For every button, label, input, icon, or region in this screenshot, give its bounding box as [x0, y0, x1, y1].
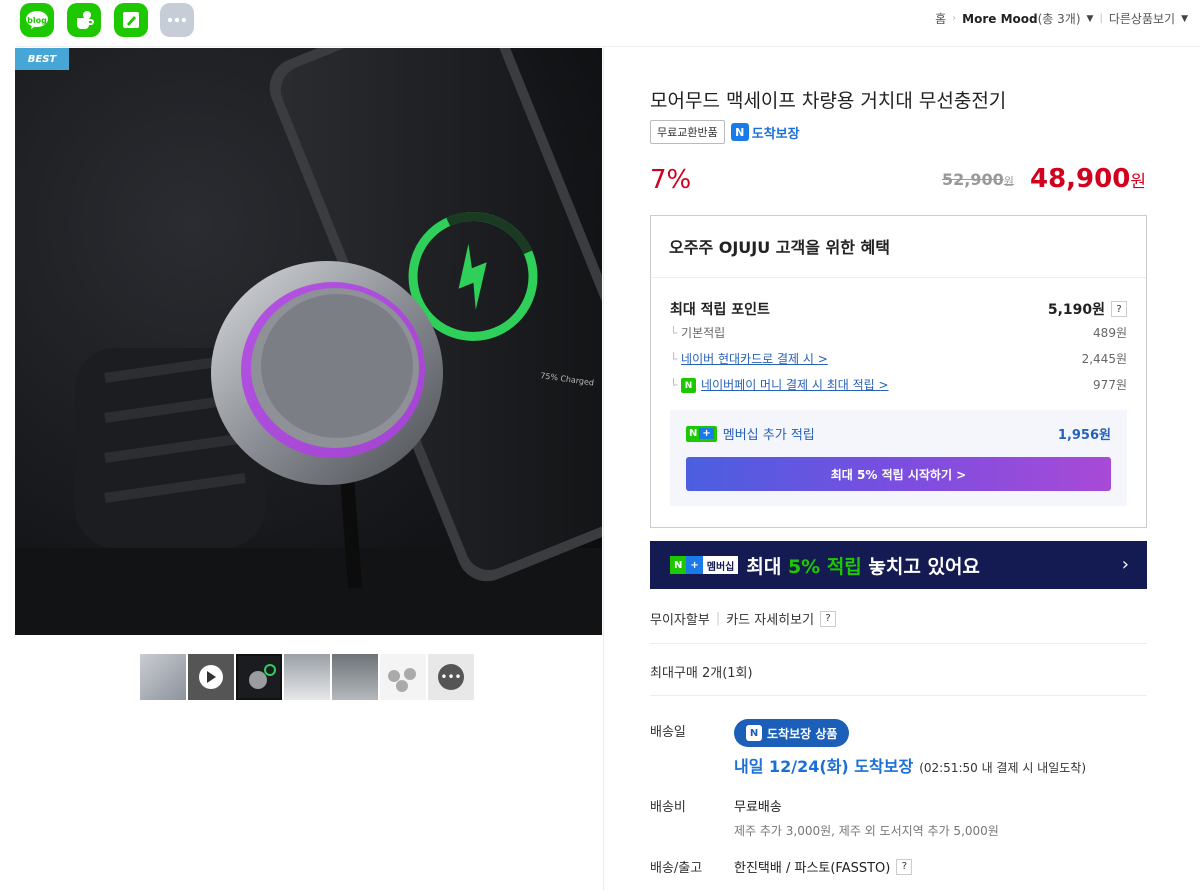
- membership-box: N + 멤버십 추가 적립 1,956원 최대 5% 적립 시작하기 >: [670, 410, 1127, 506]
- arrival-deadline: (02:51:50 내 결제 시 내일도착): [919, 761, 1087, 775]
- help-icon[interactable]: ?: [820, 610, 837, 627]
- pay-points-value: 977원: [1093, 378, 1127, 392]
- naver-n-icon: N: [730, 123, 749, 141]
- banner-text-suffix: 놓치고 있어요: [861, 555, 980, 578]
- pay-points-link[interactable]: 네이버페이 머니 결제 시 최대 적립 >: [701, 378, 889, 392]
- arrival-guarantee-label: 도착보장: [751, 126, 800, 142]
- thumbnail-selected[interactable]: [236, 654, 282, 700]
- basic-points-row: 기본적립 489원: [670, 324, 1127, 341]
- banner-text-prefix: 최대: [746, 555, 788, 578]
- shipping-fee-label: 배송비: [650, 800, 686, 815]
- card-details-link[interactable]: 카드 자세히보기: [726, 609, 814, 628]
- installment-label: 무이자할부: [650, 613, 710, 628]
- membership-value: 1,956원: [1057, 428, 1111, 443]
- benefit-box: 오주주 OJUJU 고객을 위한 혜택 최대 적립 포인트 5,190원? 기본…: [650, 215, 1147, 528]
- shipping-fee-value: 무료배송: [734, 800, 782, 815]
- sale-price: 48,900원: [1030, 164, 1146, 194]
- max-purchase: 최대구매 2개(1회): [650, 666, 753, 681]
- arrival-guarantee-badge[interactable]: N 도착보장 상품: [734, 719, 850, 747]
- banner-n-badge: N: [670, 556, 687, 574]
- chevron-down-icon[interactable]: ▼: [1181, 14, 1188, 24]
- top-divider: [15, 46, 1200, 47]
- breadcrumb-store-name: More Mood: [962, 12, 1038, 26]
- carrier-row: 한진택배 / 파스토(FASSTO) ?: [734, 857, 913, 876]
- membership-start-button[interactable]: 최대 5% 적립 시작하기 >: [686, 457, 1111, 491]
- pay-points-row: N 네이버페이 머니 결제 시 최대 적립 > 977원: [670, 376, 1127, 393]
- play-icon: [199, 665, 223, 689]
- thumbnail-strip: •••: [140, 654, 474, 700]
- naver-plus-icon: N +: [686, 425, 717, 442]
- installment-separator: |: [715, 611, 721, 626]
- shipping-fee-note: 제주 추가 3,000원, 제주 외 도서지역 추가 5,000원: [734, 824, 999, 838]
- product-title: 모어무드 맥세이프 차량용 거치대 무선충전기: [650, 90, 1007, 112]
- breadcrumb-home[interactable]: 홈: [935, 10, 946, 27]
- thumbnail[interactable]: [140, 654, 186, 700]
- card-points-link[interactable]: 네이버 현대카드로 결제 시 >: [681, 352, 828, 366]
- more-icon: •••: [438, 664, 464, 690]
- sale-price-value: 48,900: [1030, 164, 1131, 194]
- max-points-row: 최대 적립 포인트 5,190원?: [670, 299, 1127, 319]
- naver-plus-membership-icon: N + 멤버십: [670, 556, 739, 574]
- banner-text-highlight: 5% 적립: [787, 555, 862, 578]
- blog-share-label: blog: [27, 15, 47, 25]
- banner-plus-badge: +: [686, 556, 703, 574]
- banner-member-badge: 멤버십: [702, 556, 739, 574]
- blog-share-icon[interactable]: blog: [20, 3, 54, 37]
- installment-row: 무이자할부 | 카드 자세히보기 ?: [650, 609, 837, 628]
- divider: [650, 695, 1147, 696]
- max-points-label: 최대 적립 포인트: [670, 302, 770, 318]
- top-bar: blog 홈 › More Mood(총 3개) ▼ | 다른상품보기 ▼: [0, 0, 1200, 44]
- column-divider: [603, 47, 604, 890]
- breadcrumb-separator-icon: |: [1099, 13, 1103, 24]
- discount-rate: 7%: [650, 165, 692, 195]
- card-points-row: 네이버 현대카드로 결제 시 > 2,445원: [670, 350, 1127, 367]
- breadcrumb: 홈 › More Mood(총 3개) ▼ | 다른상품보기 ▼: [935, 10, 1188, 27]
- talk-share-icon[interactable]: [67, 3, 101, 37]
- thumbnail-video[interactable]: [188, 654, 234, 700]
- free-return-tag[interactable]: 무료교환반품: [650, 120, 725, 144]
- chevron-down-icon[interactable]: ▼: [1087, 14, 1094, 24]
- breadcrumb-store[interactable]: More Mood(총 3개): [962, 10, 1080, 27]
- help-icon[interactable]: ?: [896, 858, 913, 875]
- thumbnail-more[interactable]: •••: [428, 654, 474, 700]
- benefit-header: 오주주 OJUJU 고객을 위한 혜택: [651, 216, 1146, 278]
- sale-price-unit: 원: [1130, 172, 1146, 192]
- naverpay-n-icon: N: [681, 378, 697, 393]
- best-badge: BEST: [15, 48, 69, 70]
- more-share-icon[interactable]: [160, 3, 194, 37]
- card-points-value: 2,445원: [1081, 352, 1127, 366]
- other-products-link[interactable]: 다른상품보기: [1109, 10, 1175, 27]
- product-main-image[interactable]: 75% Charged BEST: [15, 48, 602, 635]
- membership-row: N + 멤버십 추가 적립 1,956원: [686, 424, 1111, 443]
- product-tags: 무료교환반품 N 도착보장: [650, 120, 800, 144]
- membership-label: 멤버십 추가 적립: [722, 428, 815, 443]
- basic-points-value: 489원: [1093, 326, 1127, 340]
- help-icon[interactable]: ?: [1111, 301, 1127, 317]
- original-price: 52,900원: [942, 170, 1014, 189]
- original-price-unit: 원: [1003, 175, 1014, 188]
- product-photo: 75% Charged: [15, 48, 602, 635]
- breadcrumb-store-count: (총 3개): [1037, 12, 1081, 26]
- membership-banner[interactable]: N + 멤버십 최대 5% 적립 놓치고 있어요 ›: [650, 541, 1147, 589]
- thumbnail[interactable]: [284, 654, 330, 700]
- chevron-right-icon: ›: [1121, 554, 1129, 575]
- arrival-date: 내일 12/24(화) 도착보장: [734, 757, 914, 776]
- arrival-guarantee-tag[interactable]: N 도착보장: [730, 123, 800, 142]
- original-price-value: 52,900: [942, 170, 1004, 189]
- carrier-label: 배송/출고: [650, 861, 703, 876]
- basic-points-label: 기본적립: [670, 324, 725, 341]
- naver-n-icon: N: [746, 725, 762, 741]
- divider: [650, 643, 1147, 644]
- thumbnail[interactable]: [380, 654, 426, 700]
- delivery-date-label: 배송일: [650, 725, 686, 740]
- carrier-value: 한진택배 / 파스토(FASSTO): [734, 861, 891, 876]
- max-points-value: 5,190원: [1047, 302, 1105, 318]
- thumbnail[interactable]: [332, 654, 378, 700]
- arrival-info: 내일 12/24(화) 도착보장 (02:51:50 내 결제 시 내일도착): [734, 753, 1086, 777]
- breadcrumb-separator-icon: ›: [952, 13, 957, 24]
- pen-share-icon[interactable]: [114, 3, 148, 37]
- arrival-badge-label: 도착보장 상품: [767, 726, 838, 741]
